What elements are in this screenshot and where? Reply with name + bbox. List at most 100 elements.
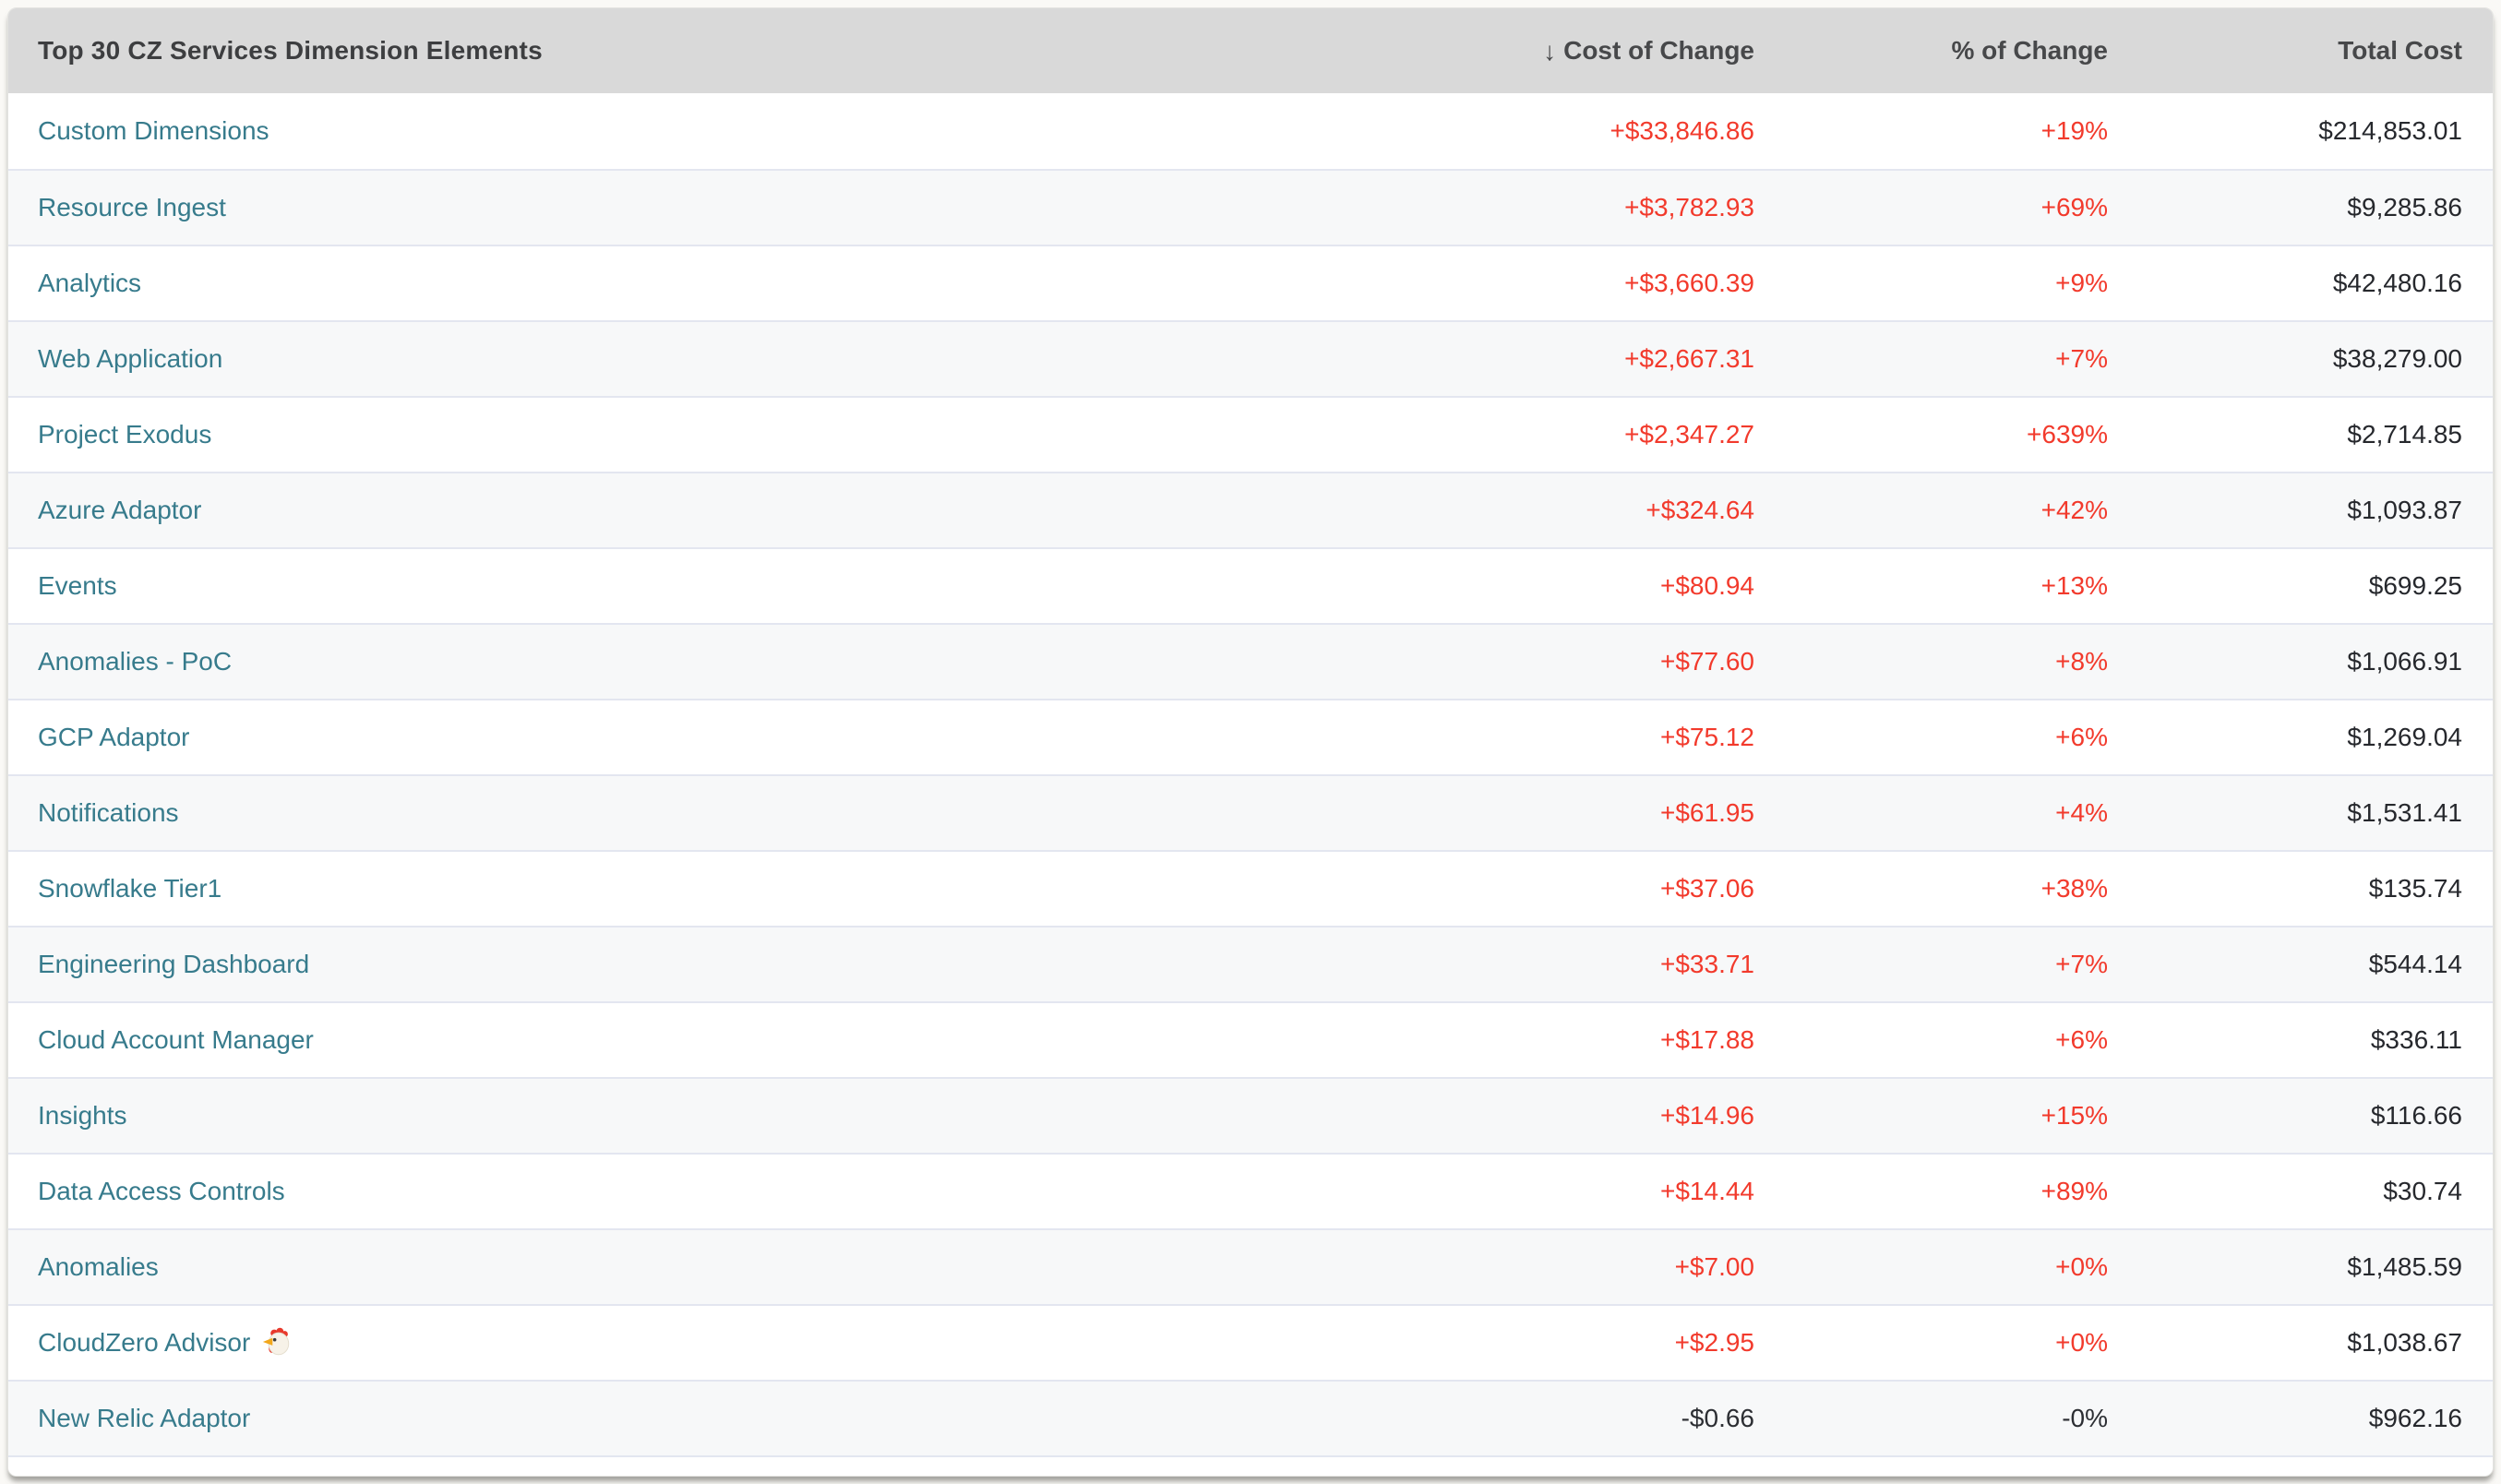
dimension-element-link[interactable]: Custom Dimensions bbox=[38, 116, 269, 146]
dimension-element-link[interactable]: New Relic Adaptor bbox=[38, 1404, 250, 1433]
cost-of-change-value: +$80.94 bbox=[1660, 571, 1754, 600]
cost-of-change-value: +$75.12 bbox=[1660, 723, 1754, 751]
pct-of-change-value: +19% bbox=[2040, 116, 2108, 145]
cost-of-change-value: +$37.06 bbox=[1660, 874, 1754, 903]
total-cost-value: $135.74 bbox=[2368, 874, 2462, 903]
table-row: Azure Adaptor +$324.64 +42% $1,093.87 bbox=[8, 472, 2493, 547]
cost-of-change-value: +$77.60 bbox=[1660, 647, 1754, 676]
pct-of-change-value: +15% bbox=[2040, 1101, 2108, 1130]
table-row: New Relic Adaptor -$0.66 -0% $962.16 bbox=[8, 1380, 2493, 1455]
dimension-element-name-cell: GCP Adaptor bbox=[38, 723, 1385, 752]
total-cost-value: $1,485.59 bbox=[2347, 1252, 2462, 1281]
dimension-element-name-cell: New Relic Adaptor bbox=[38, 1404, 1385, 1433]
dimension-element-link[interactable]: CloudZero Advisor bbox=[38, 1328, 250, 1358]
table-row: Engineering Dashboard +$33.71 +7% $544.1… bbox=[8, 926, 2493, 1001]
table-row: Custom Dimensions +$33,846.86 +19% $214,… bbox=[8, 93, 2493, 169]
table-row: CloudZero Advisor +$2.95 +0% $1,038.67 bbox=[8, 1304, 2493, 1380]
dimension-element-link[interactable]: Analytics bbox=[38, 269, 141, 298]
pct-of-change-value: +0% bbox=[2055, 1328, 2108, 1357]
column-header-cost-of-change-label: Cost of Change bbox=[1563, 36, 1754, 65]
table-row: Resource Ingest +$3,782.93 +69% $9,285.8… bbox=[8, 169, 2493, 245]
sort-descending-icon: ↓ bbox=[1543, 37, 1557, 66]
dimension-element-link[interactable]: GCP Adaptor bbox=[38, 723, 189, 752]
dimension-element-link[interactable]: Notifications bbox=[38, 798, 179, 828]
cost-of-change-value: +$3,782.93 bbox=[1624, 193, 1754, 221]
table-row: Analytics +$3,660.39 +9% $42,480.16 bbox=[8, 245, 2493, 320]
dimension-element-name-cell: Snowflake Tier1 bbox=[38, 874, 1385, 904]
dimension-element-link[interactable]: Insights bbox=[38, 1101, 127, 1131]
pct-of-change-value: +69% bbox=[2040, 193, 2108, 221]
dimension-element-link[interactable]: Web Application bbox=[38, 344, 222, 374]
column-header-total-cost[interactable]: Total Cost bbox=[2108, 36, 2462, 66]
table-row: Events +$80.94 +13% $699.25 bbox=[8, 547, 2493, 623]
dimension-element-link[interactable]: Engineering Dashboard bbox=[38, 950, 309, 979]
partially-visible-next-row bbox=[8, 1455, 2493, 1476]
table-title: Top 30 CZ Services Dimension Elements bbox=[38, 36, 543, 65]
dimension-element-link[interactable]: Azure Adaptor bbox=[38, 496, 201, 525]
total-cost-value: $1,038.67 bbox=[2347, 1328, 2462, 1357]
dimension-element-name-cell: Engineering Dashboard bbox=[38, 950, 1385, 979]
column-header-pct-of-change-label: % of Change bbox=[1951, 36, 2108, 65]
dimension-element-name-cell: Resource Ingest bbox=[38, 193, 1385, 222]
dimension-element-name-cell: Anomalies bbox=[38, 1252, 1385, 1282]
total-cost-value: $2,714.85 bbox=[2347, 420, 2462, 449]
cost-of-change-value: +$14.96 bbox=[1660, 1101, 1754, 1130]
dimension-element-link[interactable]: Snowflake Tier1 bbox=[38, 874, 221, 904]
table-row: Insights +$14.96 +15% $116.66 bbox=[8, 1077, 2493, 1153]
total-cost-value: $544.14 bbox=[2368, 950, 2462, 978]
table-row: Notifications +$61.95 +4% $1,531.41 bbox=[8, 774, 2493, 850]
chicken-icon bbox=[261, 1327, 293, 1358]
total-cost-value: $336.11 bbox=[2370, 1025, 2462, 1054]
cost-of-change-value: +$7.00 bbox=[1674, 1252, 1754, 1281]
total-cost-value: $214,853.01 bbox=[2318, 116, 2462, 145]
cost-of-change-value: +$2,347.27 bbox=[1624, 420, 1754, 449]
total-cost-value: $1,093.87 bbox=[2347, 496, 2462, 524]
total-cost-value: $1,269.04 bbox=[2347, 723, 2462, 751]
cost-of-change-value: +$61.95 bbox=[1660, 798, 1754, 827]
pct-of-change-value: +13% bbox=[2040, 571, 2108, 600]
pct-of-change-value: +9% bbox=[2055, 269, 2108, 297]
dimension-element-link[interactable]: Project Exodus bbox=[38, 420, 211, 449]
dimension-element-link[interactable]: Cloud Account Manager bbox=[38, 1025, 314, 1055]
cost-of-change-value: +$33.71 bbox=[1660, 950, 1754, 978]
column-header-cost-of-change[interactable]: ↓ Cost of Change bbox=[1385, 36, 1754, 66]
column-header-pct-of-change[interactable]: % of Change bbox=[1754, 36, 2108, 66]
table-row: Cloud Account Manager +$17.88 +6% $336.1… bbox=[8, 1001, 2493, 1077]
pct-of-change-value: +0% bbox=[2055, 1252, 2108, 1281]
pct-of-change-value: +7% bbox=[2055, 950, 2108, 978]
total-cost-value: $699.25 bbox=[2368, 571, 2462, 600]
dimension-element-name-cell: Analytics bbox=[38, 269, 1385, 298]
table-row: Data Access Controls +$14.44 +89% $30.74 bbox=[8, 1153, 2493, 1228]
dimension-element-name-cell: Cloud Account Manager bbox=[38, 1025, 1385, 1055]
cost-of-change-value: +$2,667.31 bbox=[1624, 344, 1754, 373]
services-dimension-table-card: Top 30 CZ Services Dimension Elements ↓ C… bbox=[7, 7, 2494, 1477]
dimension-element-name-cell: Project Exodus bbox=[38, 420, 1385, 449]
pct-of-change-value: +4% bbox=[2055, 798, 2108, 827]
dimension-element-name-cell: Events bbox=[38, 571, 1385, 601]
cost-of-change-value: +$33,846.86 bbox=[1609, 116, 1755, 145]
table-row: Anomalies - PoC +$77.60 +8% $1,066.91 bbox=[8, 623, 2493, 699]
total-cost-value: $42,480.16 bbox=[2332, 269, 2462, 297]
dimension-element-link[interactable]: Anomalies - PoC bbox=[38, 647, 232, 676]
dimension-element-name-cell: Web Application bbox=[38, 344, 1385, 374]
dimension-element-name-cell: Custom Dimensions bbox=[38, 116, 1385, 146]
dimension-element-name-cell: Anomalies - PoC bbox=[38, 647, 1385, 676]
table-row: Anomalies +$7.00 +0% $1,485.59 bbox=[8, 1228, 2493, 1304]
total-cost-value: $38,279.00 bbox=[2332, 344, 2462, 373]
cost-of-change-value: -$0.66 bbox=[1681, 1404, 1754, 1432]
pct-of-change-value: +7% bbox=[2055, 344, 2108, 373]
table-row: GCP Adaptor +$75.12 +6% $1,269.04 bbox=[8, 699, 2493, 774]
total-cost-value: $116.66 bbox=[2370, 1101, 2462, 1130]
dimension-element-link[interactable]: Anomalies bbox=[38, 1252, 159, 1282]
total-cost-value: $9,285.86 bbox=[2347, 193, 2462, 221]
pct-of-change-value: +8% bbox=[2055, 647, 2108, 676]
dimension-element-link[interactable]: Resource Ingest bbox=[38, 193, 226, 222]
dimension-element-link[interactable]: Events bbox=[38, 571, 117, 601]
dimension-element-link[interactable]: Data Access Controls bbox=[38, 1177, 285, 1206]
pct-of-change-value: +6% bbox=[2055, 1025, 2108, 1054]
cost-of-change-value: +$324.64 bbox=[1645, 496, 1754, 524]
total-cost-value: $1,531.41 bbox=[2347, 798, 2462, 827]
cost-of-change-value: +$17.88 bbox=[1660, 1025, 1754, 1054]
table-row: Project Exodus +$2,347.27 +639% $2,714.8… bbox=[8, 396, 2493, 472]
table-row: Snowflake Tier1 +$37.06 +38% $135.74 bbox=[8, 850, 2493, 926]
